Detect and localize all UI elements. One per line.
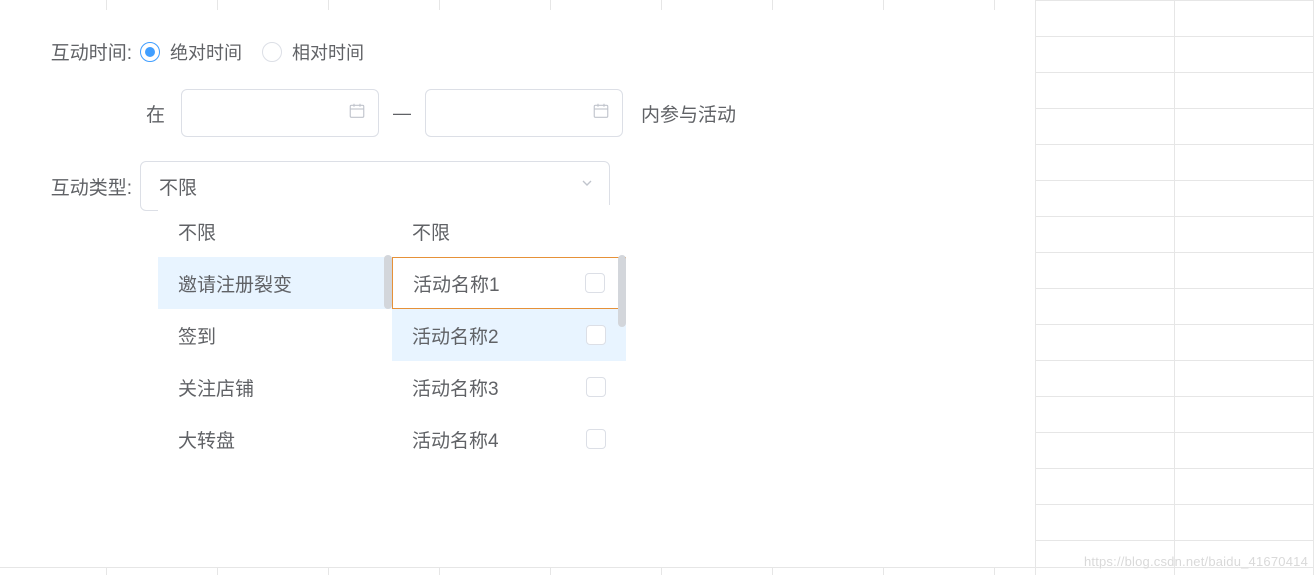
cascade-item-label: 签到 xyxy=(178,322,216,349)
interaction-time-label: 互动时间: xyxy=(40,38,140,65)
cascade-item-invite-register[interactable]: 邀请注册裂变 xyxy=(158,257,392,309)
radio-absolute-time[interactable]: 绝对时间 xyxy=(140,39,242,65)
cascade-item-activity-2[interactable]: 活动名称2 xyxy=(392,309,626,361)
radio-relative-label: 相对时间 xyxy=(292,39,364,65)
checkbox[interactable] xyxy=(585,273,605,293)
cascade-item-activity-1[interactable]: 活动名称1 xyxy=(392,257,626,309)
start-date-input[interactable] xyxy=(181,89,379,137)
suffix-participate-label: 内参与活动 xyxy=(641,100,736,127)
cascade-item-label: 活动名称3 xyxy=(412,374,499,401)
checkbox[interactable] xyxy=(586,429,606,449)
cascade-item-activity-3[interactable]: 活动名称3 xyxy=(392,361,626,413)
cascade-item-label: 不限 xyxy=(178,218,216,245)
chevron-down-icon xyxy=(579,175,595,197)
radio-relative-time[interactable]: 相对时间 xyxy=(262,39,364,65)
radio-absolute-label: 绝对时间 xyxy=(170,39,242,65)
cascade-item-label: 活动名称4 xyxy=(412,426,499,453)
cascade-panel: 不限 邀请注册裂变 签到 关注店铺 大转盘 不限 活动名称1 活动名称2 活动名… xyxy=(158,205,626,465)
calendar-icon xyxy=(592,102,610,125)
cascade-item-label: 邀请注册裂变 xyxy=(178,270,292,297)
scrollbar-thumb[interactable] xyxy=(384,255,392,309)
interaction-type-select[interactable]: 不限 xyxy=(140,161,610,211)
form-panel: 互动时间: 绝对时间 相对时间 在 — xyxy=(0,10,1034,235)
checkbox[interactable] xyxy=(586,325,606,345)
select-value: 不限 xyxy=(159,173,197,200)
scrollbar-thumb[interactable] xyxy=(618,255,626,327)
interaction-type-label: 互动类型: xyxy=(40,173,140,200)
cascade-item-label: 活动名称2 xyxy=(412,322,499,349)
cascade-item-label: 关注店铺 xyxy=(178,374,254,401)
date-separator: — xyxy=(393,103,411,124)
prefix-at-label: 在 xyxy=(146,100,165,127)
cascade-column-1: 不限 邀请注册裂变 签到 关注店铺 大转盘 xyxy=(158,205,392,465)
calendar-icon xyxy=(348,102,366,125)
cascade-item-activity-4[interactable]: 活动名称4 xyxy=(392,413,626,465)
checkbox[interactable] xyxy=(586,377,606,397)
cascade-item-label: 大转盘 xyxy=(178,426,235,453)
cascade-item-unlimited-2[interactable]: 不限 xyxy=(392,205,626,257)
end-date-input[interactable] xyxy=(425,89,623,137)
cascade-item-unlimited[interactable]: 不限 xyxy=(158,205,392,257)
cascade-item-label: 活动名称1 xyxy=(413,270,500,297)
cascade-item-follow-shop[interactable]: 关注店铺 xyxy=(158,361,392,413)
radio-unchecked-icon xyxy=(262,42,282,62)
cascade-item-wheel[interactable]: 大转盘 xyxy=(158,413,392,465)
cascade-item-label: 不限 xyxy=(412,218,450,245)
radio-checked-icon xyxy=(140,42,160,62)
cascade-column-2: 不限 活动名称1 活动名称2 活动名称3 活动名称4 xyxy=(392,205,626,465)
watermark: https://blog.csdn.net/baidu_41670414 xyxy=(1084,554,1308,569)
cascade-item-checkin[interactable]: 签到 xyxy=(158,309,392,361)
